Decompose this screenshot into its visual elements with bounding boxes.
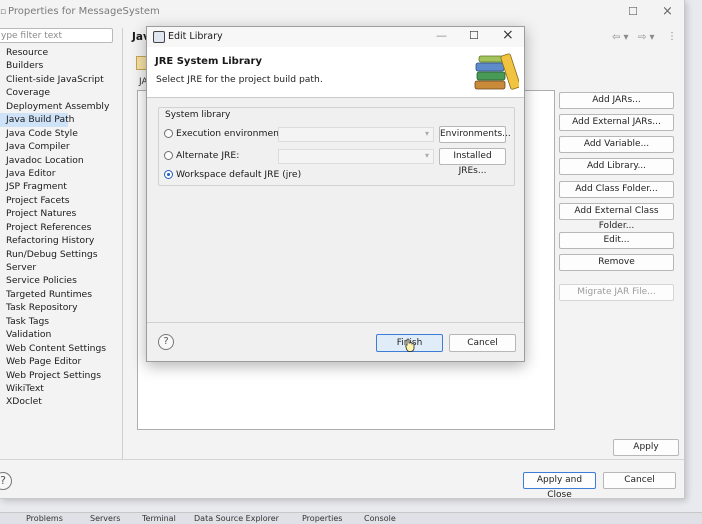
alternate-jre-combo[interactable]: ▾: [278, 149, 434, 164]
chevron-down-icon: ▾: [424, 129, 429, 138]
forward-arrow-icon[interactable]: ⇨ ▾: [638, 32, 655, 43]
apply-button[interactable]: Apply: [613, 439, 679, 456]
add-library-button[interactable]: Add Library...: [559, 158, 674, 175]
nav-item-javadoc-location[interactable]: Javadoc Location: [0, 154, 122, 167]
nav-item-web-project-settings[interactable]: Web Project Settings: [0, 369, 122, 382]
add-class-folder-button[interactable]: Add Class Folder...: [559, 181, 674, 198]
nav-item-wikitext[interactable]: WikiText: [0, 382, 122, 395]
nav-item-web-page-editor[interactable]: Web Page Editor: [0, 355, 122, 368]
apply-and-close-button[interactable]: Apply and Close: [523, 472, 596, 500]
nav-item-client-side-javascript[interactable]: Client-side JavaScript: [0, 73, 122, 86]
footer-divider: [0, 459, 684, 460]
nav-item-deployment-assembly[interactable]: Deployment Assembly: [0, 100, 122, 113]
minimize-icon[interactable]: —: [436, 29, 447, 42]
dialog-cancel-button[interactable]: Cancel: [449, 334, 516, 352]
edit-library-dialog: Edit Library — ☐ × JRE System Library Se…: [146, 26, 525, 362]
tab-servers[interactable]: Servers: [90, 514, 120, 523]
installed-jres-button[interactable]: Installed JREs...: [439, 148, 506, 176]
environments-button[interactable]: Environments...: [439, 126, 511, 143]
nav-item-resource[interactable]: Resource: [0, 46, 122, 59]
nav-item-jsp-fragment[interactable]: JSP Fragment: [0, 180, 122, 193]
help-icon[interactable]: ?: [158, 334, 174, 350]
nav-item-project-references[interactable]: Project References: [0, 221, 122, 234]
execution-environment-label: Execution environment:: [176, 128, 286, 139]
edit-button[interactable]: Edit...: [559, 232, 674, 249]
close-icon[interactable]: ×: [662, 4, 673, 19]
mouse-cursor-icon: [405, 338, 415, 352]
tab-problems[interactable]: Problems: [26, 514, 63, 523]
tab-console[interactable]: Console: [364, 514, 396, 523]
remove-button[interactable]: Remove: [559, 254, 674, 271]
nav-item-java-build-path[interactable]: Java Build Path: [0, 113, 75, 127]
workspace-default-radio[interactable]: [164, 170, 173, 179]
add-variable-button[interactable]: Add Variable...: [559, 136, 674, 153]
dialog-footer-divider: [147, 322, 524, 323]
nav-item-java-editor[interactable]: Java Editor: [0, 167, 122, 180]
tab-properties[interactable]: Properties: [302, 514, 342, 523]
nav-item-task-repository[interactable]: Task Repository: [0, 301, 122, 314]
filter-input[interactable]: ype filter text: [0, 28, 113, 43]
alternate-jre-radio[interactable]: [164, 151, 173, 160]
tab-data-source-explorer[interactable]: Data Source Explorer: [194, 514, 279, 523]
execution-environment-combo[interactable]: ▾: [278, 127, 434, 142]
alternate-jre-label: Alternate JRE:: [176, 150, 240, 161]
nav-item-task-tags[interactable]: Task Tags: [0, 315, 122, 328]
nav-item-refactoring-history[interactable]: Refactoring History: [0, 234, 122, 247]
nav-item-project-facets[interactable]: Project Facets: [0, 194, 122, 207]
library-books-icon: [474, 53, 519, 90]
cancel-button[interactable]: Cancel: [603, 472, 676, 489]
maximize-icon[interactable]: ☐: [469, 29, 479, 42]
maximize-icon[interactable]: ☐: [628, 5, 638, 18]
nav-item-targeted-runtimes[interactable]: Targeted Runtimes: [0, 288, 122, 301]
close-icon[interactable]: ×: [502, 27, 514, 43]
add-external-class-folder-button[interactable]: Add External Class Folder...: [559, 203, 674, 231]
window-title: Properties for MessageSystem: [8, 6, 160, 17]
help-icon[interactable]: ?: [0, 472, 12, 490]
execution-environment-radio[interactable]: [164, 129, 173, 138]
chevron-down-icon: ▾: [424, 151, 429, 160]
dialog-heading: JRE System Library: [155, 56, 262, 67]
dialog-header: JRE System Library Select JRE for the pr…: [147, 47, 524, 98]
add-external-jars-button[interactable]: Add External JARs...: [559, 114, 674, 131]
nav-item-xdoclet[interactable]: XDoclet: [0, 395, 122, 408]
dialog-subheading: Select JRE for the project build path.: [156, 74, 323, 85]
nav-item-run-debug-settings[interactable]: Run/Debug Settings: [0, 248, 122, 261]
nav-item-validation[interactable]: Validation: [0, 328, 122, 341]
workspace-default-label: Workspace default JRE (jre): [176, 169, 302, 180]
window-icon: ▫: [0, 7, 7, 17]
nav-item-coverage[interactable]: Coverage: [0, 86, 122, 99]
tab-terminal[interactable]: Terminal: [142, 514, 176, 523]
dialog-app-icon: [153, 31, 165, 43]
property-nav-list: Resource Builders Client-side JavaScript Co…: [0, 46, 122, 409]
back-arrow-icon[interactable]: ⇦ ▾: [612, 32, 629, 43]
nav-item-service-policies[interactable]: Service Policies: [0, 274, 122, 287]
nav-item-project-natures[interactable]: Project Natures: [0, 207, 122, 220]
nav-item-java-code-style[interactable]: Java Code Style: [0, 127, 122, 140]
system-library-label: System library: [164, 110, 232, 120]
nav-divider: [122, 28, 123, 460]
add-jars-button[interactable]: Add JARs...: [559, 92, 674, 109]
nav-item-server[interactable]: Server: [0, 261, 122, 274]
nav-item-web-content-settings[interactable]: Web Content Settings: [0, 342, 122, 355]
nav-item-builders[interactable]: Builders: [0, 59, 122, 72]
nav-item-java-compiler[interactable]: Java Compiler: [0, 140, 122, 153]
menu-icon[interactable]: ⋮: [667, 31, 677, 42]
migrate-jar-button[interactable]: Migrate JAR File...: [559, 284, 674, 301]
dialog-title: Edit Library: [168, 31, 223, 42]
